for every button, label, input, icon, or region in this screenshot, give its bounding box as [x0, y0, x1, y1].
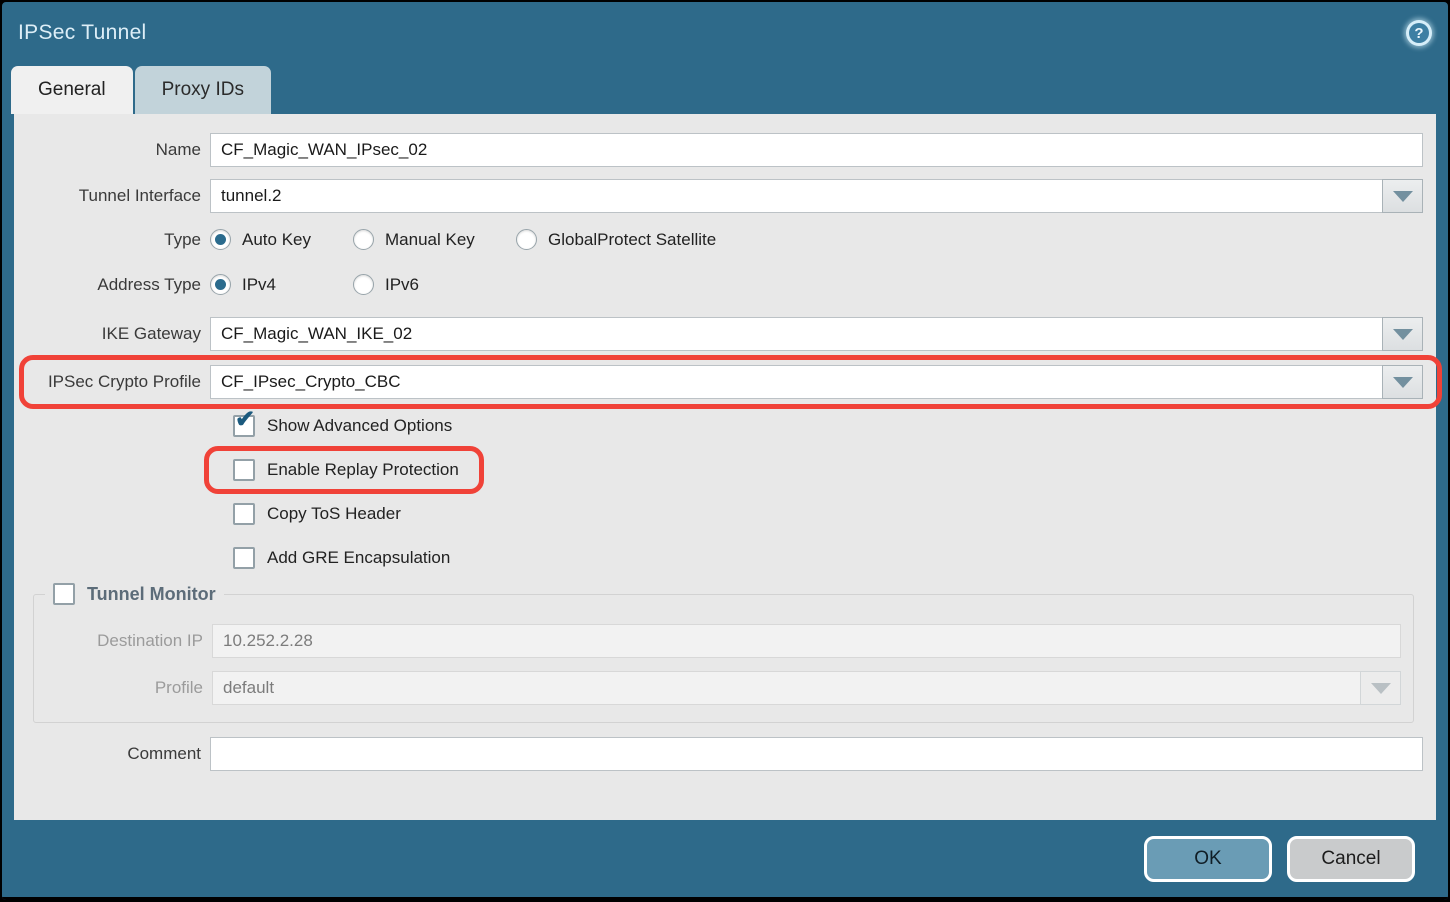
name-row: Name: [14, 133, 1436, 167]
profile-dropdown-trigger: [1360, 671, 1401, 705]
type-radio-group: Auto Key Manual Key GlobalProtect Satell…: [210, 229, 1423, 250]
tab-proxy-ids[interactable]: Proxy IDs: [135, 66, 271, 114]
radio-button-icon: [210, 229, 231, 250]
add-gre-encapsulation-label: Add GRE Encapsulation: [267, 548, 450, 568]
ike-gateway-label: IKE Gateway: [14, 324, 210, 344]
ipsec-tunnel-dialog: IPSec Tunnel ? General Proxy IDs Name Tu…: [0, 0, 1450, 902]
radio-manual-key[interactable]: Manual Key: [353, 229, 516, 250]
name-field: [210, 133, 1423, 167]
enable-replay-protection-row[interactable]: Enable Replay Protection: [233, 459, 459, 481]
tunnel-interface-label: Tunnel Interface: [14, 186, 210, 206]
destination-ip-label: Destination IP: [34, 631, 212, 651]
address-type-label: Address Type: [14, 275, 210, 295]
destination-ip-row: Destination IP: [34, 624, 1413, 658]
ipsec-crypto-profile-dropdown-trigger[interactable]: [1382, 365, 1423, 399]
address-type-radio-group: IPv4 IPv6: [210, 274, 1423, 295]
profile-field: [212, 671, 1401, 705]
cancel-button[interactable]: Cancel: [1287, 836, 1415, 882]
check-icon: ✔: [235, 408, 255, 432]
tunnel-interface-row: Tunnel Interface: [14, 179, 1436, 213]
question-mark-glyph: ?: [1409, 23, 1429, 43]
comment-field: [210, 737, 1423, 771]
tunnel-monitor-label: Tunnel Monitor: [87, 584, 216, 605]
comment-label: Comment: [14, 744, 210, 764]
copy-tos-header-row[interactable]: Copy ToS Header: [233, 503, 401, 525]
radio-button-icon: [516, 229, 537, 250]
type-row: Type Auto Key Manual Key GlobalProtect S…: [14, 229, 1436, 250]
show-advanced-options-checkbox[interactable]: ✔: [233, 415, 255, 437]
chevron-down-icon: [1393, 191, 1413, 202]
chevron-down-icon: [1393, 377, 1413, 388]
radio-ipv6[interactable]: IPv6: [353, 274, 419, 295]
tunnel-monitor-checkbox[interactable]: [53, 583, 75, 605]
name-input[interactable]: [210, 133, 1423, 167]
ike-gateway-input[interactable]: [210, 317, 1382, 351]
destination-ip-field: [212, 624, 1401, 658]
enable-replay-protection-checkbox[interactable]: [233, 459, 255, 481]
destination-ip-input: [212, 624, 1401, 658]
ipsec-crypto-profile-field: [210, 365, 1423, 399]
radio-ipv4[interactable]: IPv4: [210, 274, 353, 295]
ipsec-crypto-profile-label: IPSec Crypto Profile: [14, 372, 210, 392]
comment-row: Comment: [14, 737, 1436, 771]
tunnel-interface-dropdown-trigger[interactable]: [1382, 179, 1423, 213]
radio-button-icon: [353, 229, 374, 250]
dialog-titlebar: IPSec Tunnel ?: [2, 2, 1448, 64]
copy-tos-header-label: Copy ToS Header: [267, 504, 401, 524]
profile-input: [212, 671, 1360, 705]
radio-globalprotect-satellite[interactable]: GlobalProtect Satellite: [516, 229, 716, 250]
show-advanced-options-row[interactable]: ✔ Show Advanced Options: [233, 415, 452, 437]
chevron-down-icon: [1371, 683, 1391, 694]
type-label: Type: [14, 230, 210, 250]
enable-replay-protection-label: Enable Replay Protection: [267, 460, 459, 480]
profile-row: Profile: [34, 671, 1413, 705]
comment-input[interactable]: [210, 737, 1423, 771]
address-type-row: Address Type IPv4 IPv6: [14, 274, 1436, 295]
tunnel-monitor-legend: Tunnel Monitor: [45, 583, 224, 605]
ike-gateway-dropdown-trigger[interactable]: [1382, 317, 1423, 351]
ike-gateway-row: IKE Gateway: [14, 317, 1436, 351]
add-gre-encapsulation-checkbox[interactable]: [233, 547, 255, 569]
radio-button-icon: [353, 274, 374, 295]
dialog-title: IPSec Tunnel: [18, 21, 147, 45]
ipsec-crypto-profile-input[interactable]: [210, 365, 1382, 399]
chevron-down-icon: [1393, 329, 1413, 340]
tab-bar: General Proxy IDs: [2, 64, 1448, 114]
dialog-footer: OK Cancel: [2, 820, 1448, 900]
add-gre-encapsulation-row[interactable]: Add GRE Encapsulation: [233, 547, 450, 569]
ok-button[interactable]: OK: [1144, 836, 1272, 882]
ike-gateway-field: [210, 317, 1423, 351]
tunnel-interface-input[interactable]: [210, 179, 1382, 213]
tab-general[interactable]: General: [11, 66, 133, 114]
tunnel-monitor-group: Tunnel Monitor Destination IP Profile: [33, 583, 1414, 723]
radio-auto-key[interactable]: Auto Key: [210, 229, 353, 250]
name-label: Name: [14, 140, 210, 160]
help-icon[interactable]: ?: [1406, 20, 1432, 46]
copy-tos-header-checkbox[interactable]: [233, 503, 255, 525]
radio-button-icon: [210, 274, 231, 295]
tunnel-interface-field: [210, 179, 1423, 213]
show-advanced-options-label: Show Advanced Options: [267, 416, 452, 436]
general-tab-panel: Name Tunnel Interface Type Auto Key: [14, 114, 1436, 820]
profile-label: Profile: [34, 678, 212, 698]
ipsec-crypto-profile-row: IPSec Crypto Profile: [14, 365, 1436, 399]
